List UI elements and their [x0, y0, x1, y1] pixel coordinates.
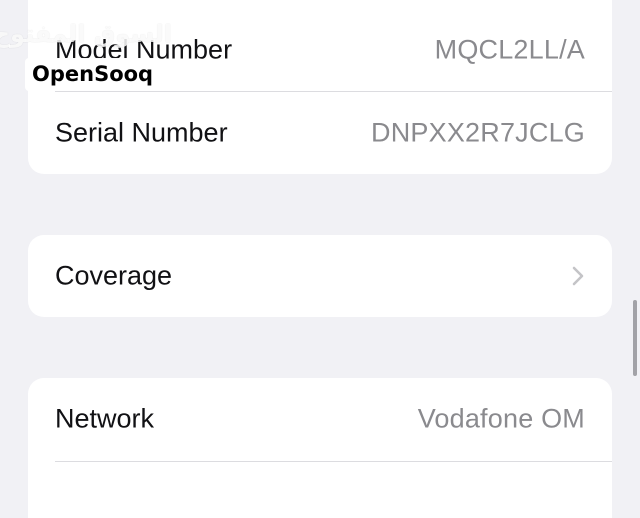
serial-number-row: Serial Number DNPXX2R7JCLG — [28, 92, 612, 174]
model-number-label: Model Number — [55, 34, 233, 65]
row-divider — [55, 461, 612, 462]
serial-number-value: DNPXX2R7JCLG — [371, 117, 585, 148]
network-label: Network — [55, 403, 155, 434]
network-value: Vodafone OM — [417, 403, 585, 434]
model-number-row: Model Number MQCL2LL/A — [28, 9, 612, 91]
chevron-right-icon — [572, 266, 584, 286]
coverage-row[interactable]: Coverage — [28, 235, 612, 317]
about-info-group: Model Number MQCL2LL/A Serial Number DNP… — [28, 0, 612, 174]
scroll-indicator[interactable] — [633, 300, 637, 376]
network-group: Network Vodafone OM — [28, 378, 612, 518]
serial-number-label: Serial Number — [55, 117, 228, 148]
coverage-group: Coverage — [28, 235, 612, 317]
network-row: Network Vodafone OM — [28, 378, 612, 460]
coverage-label: Coverage — [55, 260, 173, 291]
model-number-value: MQCL2LL/A — [434, 34, 585, 65]
